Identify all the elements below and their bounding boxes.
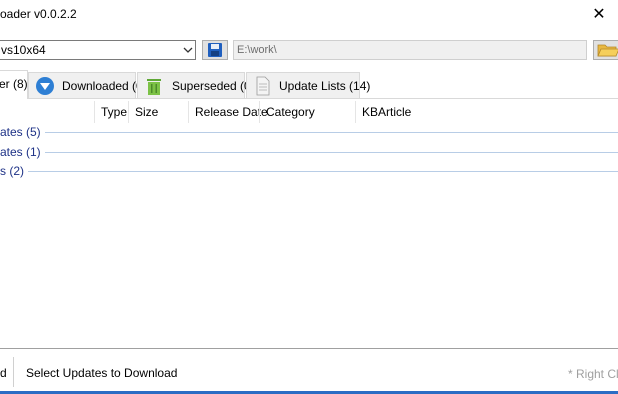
tab-update-lists[interactable]: Update Lists (14) <box>246 72 370 98</box>
group-divider <box>20 171 618 172</box>
document-icon <box>256 76 270 96</box>
tab-superseded-label: Superseded (0) <box>172 79 255 93</box>
floppy-disk-icon <box>208 43 222 57</box>
list-group[interactable]: ates (5) <box>0 123 618 141</box>
tab-superseded[interactable]: Superseded (0) <box>137 72 255 98</box>
window-title: oader v0.0.2.2 <box>0 7 77 21</box>
status-left-text: d <box>0 366 7 380</box>
save-button[interactable] <box>202 40 228 60</box>
status-hint: * Right Cli <box>568 367 618 381</box>
blue-down-arrow-icon <box>36 77 54 95</box>
group-divider <box>36 152 618 153</box>
status-separator <box>0 348 618 349</box>
list-header: Type Size Release Date Category KBArticl… <box>0 101 618 123</box>
title-bar: oader v0.0.2.2 ✕ <box>0 0 618 30</box>
toolbar: vs10x64 <box>0 38 618 64</box>
status-bar: d Select Updates to Download * Right Cli <box>0 351 618 391</box>
close-button[interactable]: ✕ <box>580 0 618 30</box>
tab-panel-border <box>0 98 618 99</box>
os-select-value: vs10x64 <box>1 43 46 57</box>
tab-updates[interactable]: er (8) <box>0 70 28 99</box>
open-folder-icon <box>597 44 618 57</box>
list-group[interactable]: ates (1) <box>0 143 618 161</box>
green-trash-can-icon <box>147 79 161 95</box>
column-header-size[interactable]: Size <box>129 101 188 123</box>
tab-updates-label: er (8) <box>0 77 28 91</box>
browse-folder-button[interactable] <box>593 40 618 60</box>
status-message: Select Updates to Download <box>26 366 178 380</box>
group-header[interactable]: s (2) <box>0 164 28 178</box>
column-header-type[interactable]: Type <box>95 101 128 123</box>
column-header-kbarticle[interactable]: KBArticle <box>356 101 476 123</box>
close-icon: ✕ <box>592 6 606 23</box>
tab-bar: er (8) Downloaded (0) Superseded (0) Upd… <box>0 70 618 99</box>
column-header-category[interactable]: Category <box>260 101 355 123</box>
tab-downloaded-label: Downloaded (0) <box>62 79 147 93</box>
download-path-input[interactable] <box>233 40 587 60</box>
tab-update-lists-label: Update Lists (14) <box>279 79 371 93</box>
group-header[interactable]: ates (1) <box>0 145 45 159</box>
os-select[interactable]: vs10x64 <box>0 40 196 60</box>
tab-downloaded[interactable]: Downloaded (0) <box>28 72 147 98</box>
status-divider <box>13 357 14 387</box>
chevron-down-icon <box>183 47 193 53</box>
list-group[interactable]: s (2) <box>0 162 618 180</box>
column-header-release-date[interactable]: Release Date <box>189 101 268 123</box>
group-header[interactable]: ates (5) <box>0 125 45 139</box>
group-divider <box>36 132 618 133</box>
